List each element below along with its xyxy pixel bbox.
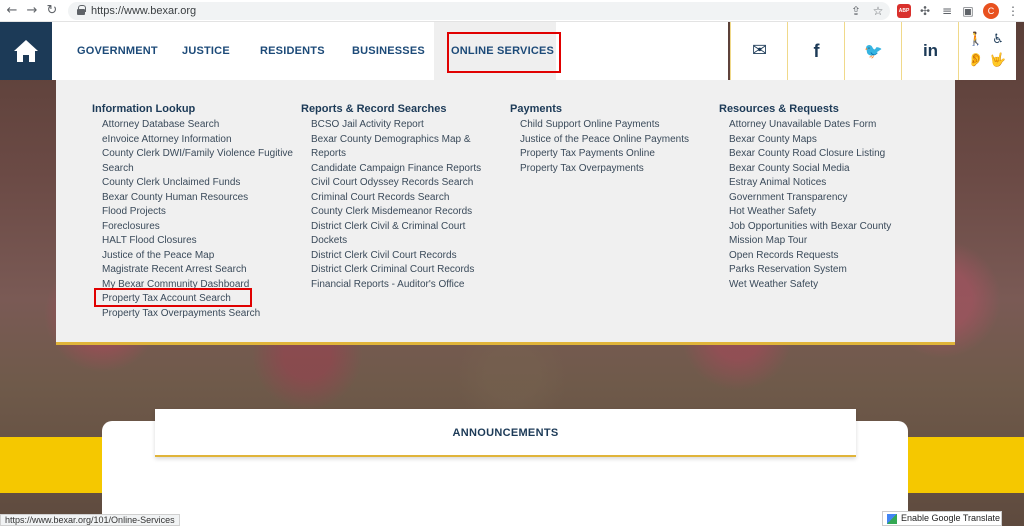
menu-link[interactable]: eInvoice Attorney Information [92,133,300,148]
adblock-icon[interactable]: ABP [897,4,911,18]
menu-link[interactable]: Property Tax Overpayments Search [92,307,300,322]
menu-link[interactable]: Bexar County Road Closure Listing [719,147,927,162]
forward-icon[interactable]: → [24,3,40,19]
nav-justice[interactable]: JUSTICE [182,22,230,80]
menu-heading: Resources & Requests [719,103,839,115]
bookmark-star-icon[interactable]: ☆ [870,3,886,19]
menu-heading: Information Lookup [92,103,196,115]
menu-link[interactable]: District Clerk Civil & Criminal Court Do… [301,220,481,249]
walking-person-icon[interactable]: 🚶 [967,31,985,49]
menu-heading: Payments [510,103,562,115]
menu-link[interactable]: HALT Flood Closures [92,234,300,249]
menu-link[interactable]: Attorney Unavailable Dates Form [719,118,927,133]
browser-toolbar: ← → ↻ https://www.bexar.org ⇪ ☆ ABP ✣ ≡ … [0,0,1024,22]
menu-link[interactable]: Child Support Online Payments [510,118,718,133]
linkedin-button[interactable]: in [901,22,958,80]
menu-link[interactable]: Bexar County Maps [719,133,927,148]
highlight-box-online-services [447,32,561,73]
menu-link[interactable]: Bexar County Social Media [719,162,927,177]
nav-residents[interactable]: RESIDENTS [260,22,325,80]
menu-link[interactable]: Attorney Database Search [92,118,300,133]
menu-link[interactable]: Justice of the Peace Map [92,249,300,264]
menu-link[interactable]: County Clerk Unclaimed Funds [92,176,300,191]
menu-column-reports: Reports & Record Searches BCSO Jail Acti… [301,102,509,292]
menu-link[interactable]: County Clerk Misdemeanor Records [301,205,509,220]
linkedin-icon: in [922,41,939,60]
accessibility-panel: 🚶 ♿ 👂 🤟 [958,22,1016,80]
wheelchair-icon[interactable]: ♿ [989,31,1007,49]
menu-heading: Reports & Record Searches [301,103,447,115]
address-url[interactable]: https://www.bexar.org [91,4,196,18]
announcements-title: ANNOUNCEMENTS [155,409,856,457]
menu-link[interactable]: Candidate Campaign Finance Reports [301,162,509,177]
home-icon [14,40,38,62]
profile-avatar[interactable]: C [983,3,999,19]
menu-link[interactable]: Mission Map Tour [719,234,927,249]
extensions-puzzle-icon[interactable]: ✣ [917,3,933,19]
menu-link[interactable]: Civil Court Odyssey Records Search [301,176,509,191]
menu-link[interactable]: Foreclosures [92,220,300,235]
menu-link[interactable]: BCSO Jail Activity Report [301,118,509,133]
menu-link[interactable]: Government Transparency [719,191,927,206]
sign-language-icon[interactable]: 🤟 [989,52,1007,70]
menu-link[interactable]: Property Tax Payments Online [510,147,718,162]
nav-businesses[interactable]: BUSINESSES [352,22,425,80]
menu-link[interactable]: Open Records Requests [719,249,927,264]
mail-icon: ✉ [751,40,768,61]
menu-link[interactable]: Bexar County Human Resources [92,191,300,206]
main-nav: GOVERNMENT JUSTICE RESIDENTS BUSINESSES … [52,22,728,80]
facebook-icon: f [813,41,820,61]
menu-link[interactable]: Justice of the Peace Online Payments [510,133,718,148]
google-translate-icon [887,514,897,524]
browser-menu-icon[interactable]: ⋮ [1005,3,1021,19]
menu-link[interactable]: Hot Weather Safety [719,205,927,220]
menu-link[interactable]: Financial Reports - Auditor's Office [301,278,509,293]
menu-link[interactable]: County Clerk DWI/Family Violence Fugitiv… [92,147,300,176]
share-icon[interactable]: ⇪ [848,3,864,19]
menu-column-payments: Payments Child Support Online Payments J… [510,102,718,176]
facebook-button[interactable]: f [787,22,844,80]
status-bar-url: https://www.bexar.org/101/Online-Service… [0,514,180,526]
address-bar[interactable]: https://www.bexar.org ⇪ ☆ [68,2,890,20]
mail-button[interactable]: ✉ [730,22,787,80]
side-panel-icon[interactable]: ▣ [960,3,976,19]
menu-link[interactable]: Bexar County Demographics Map & Reports [301,133,481,162]
google-translate-label: Enable Google Translate [901,513,1001,523]
menu-link[interactable]: Magistrate Recent Arrest Search [92,263,300,278]
reading-list-icon[interactable]: ≡ [939,3,955,19]
back-icon[interactable]: ← [4,3,20,19]
menu-column-resources: Resources & Requests Attorney Unavailabl… [719,102,927,292]
lock-icon [77,5,86,15]
twitter-button[interactable]: 🐦 [844,22,901,80]
menu-link[interactable]: Job Opportunities with Bexar County [719,220,927,235]
twitter-icon: 🐦 [864,42,883,60]
menu-link[interactable]: Wet Weather Safety [719,278,927,293]
menu-link[interactable]: Criminal Court Records Search [301,191,509,206]
menu-link[interactable]: Parks Reservation System [719,263,927,278]
home-button[interactable] [0,22,52,80]
menu-link[interactable]: District Clerk Criminal Court Records [301,263,509,278]
nav-government[interactable]: GOVERNMENT [77,22,158,80]
menu-link[interactable]: Flood Projects [92,205,300,220]
menu-link[interactable]: District Clerk Civil Court Records [301,249,509,264]
menu-link[interactable]: Estray Animal Notices [719,176,927,191]
hearing-icon[interactable]: 👂 [967,52,985,70]
menu-link[interactable]: Property Tax Overpayments [510,162,718,177]
google-translate-button[interactable]: Enable Google Translate [882,511,1002,526]
reload-icon[interactable]: ↻ [44,3,60,19]
highlight-box-property-tax-account-search [94,288,252,307]
